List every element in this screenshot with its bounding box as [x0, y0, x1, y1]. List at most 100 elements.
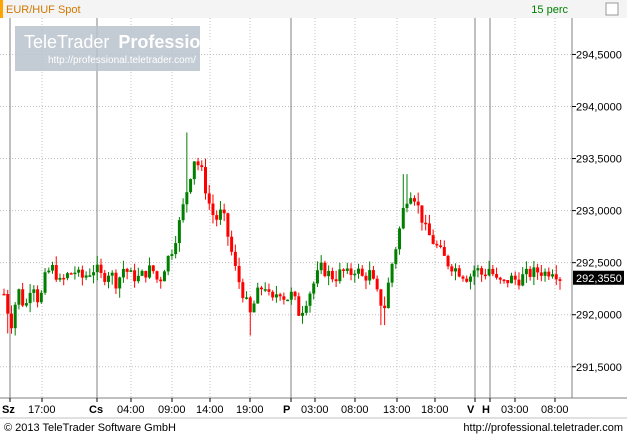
candle-body: [323, 262, 327, 277]
x-tick-label: 08:00: [341, 404, 369, 416]
candle-body: [140, 270, 144, 276]
candle-body: [506, 280, 510, 284]
x-tick-label: V: [467, 404, 475, 416]
candle-body: [539, 272, 543, 276]
candle-body: [6, 294, 10, 314]
candle-body: [211, 203, 215, 216]
candle-body: [398, 228, 402, 250]
candle-body: [412, 198, 416, 202]
candle-body: [457, 268, 461, 277]
candle-body: [99, 264, 103, 273]
instrument-label: EUR/HUF Spot: [6, 4, 81, 16]
candle-body: [308, 293, 312, 306]
candle-body: [517, 279, 521, 286]
candle-body: [95, 264, 99, 273]
footer-url[interactable]: http://professional.teletrader.com: [463, 422, 623, 434]
candle-body: [513, 275, 517, 280]
candle-body: [375, 278, 379, 290]
candle-body: [312, 283, 316, 294]
candle-body: [73, 272, 77, 275]
candle-body: [39, 292, 43, 303]
candle-body: [278, 294, 282, 297]
x-tick-label: 19:00: [236, 404, 264, 416]
candle-body: [416, 201, 420, 206]
candle-body: [330, 270, 334, 280]
candle-body: [532, 267, 536, 277]
candle-body: [65, 273, 69, 279]
candle-body: [185, 192, 189, 205]
candle-body: [230, 236, 234, 252]
interval-label: 15 perc: [531, 4, 568, 16]
candle-body: [424, 222, 428, 225]
candle-body: [450, 266, 454, 272]
x-tick-label: Cs: [89, 404, 103, 416]
candle-body: [189, 179, 193, 193]
x-tick-label: H: [482, 404, 490, 416]
candle-body: [51, 265, 55, 271]
candle-body: [58, 277, 62, 280]
candle-body: [207, 193, 211, 204]
candle-body: [491, 268, 495, 275]
candle-body: [558, 279, 562, 281]
header-color-marker: [0, 0, 3, 18]
candle-body: [267, 289, 271, 292]
candle-body: [2, 293, 6, 296]
candle-body: [259, 287, 263, 290]
candle-body: [62, 277, 66, 280]
chart[interactable]: EUR/HUF Spot 15 perc TeleTrader Professi…: [0, 0, 627, 436]
candle-body: [465, 278, 469, 282]
candle-body: [297, 296, 301, 316]
candle-body: [177, 220, 181, 244]
candle-body: [28, 292, 32, 304]
footer-copyright: © 2013 TeleTrader Software GmbH: [4, 422, 176, 434]
candle-body: [446, 255, 450, 267]
candle-body: [502, 279, 506, 282]
candle-body: [379, 289, 383, 306]
y-tick-label: 293,0000: [576, 206, 622, 218]
candle-body: [360, 268, 364, 276]
y-tick-label: 292,0000: [576, 310, 622, 322]
candle-body: [47, 270, 51, 273]
y-axis: 291,5000 292,0000 292,5000 293,0000 293,5000…: [571, 18, 624, 398]
candle-body: [181, 204, 185, 221]
candle-body: [80, 269, 84, 278]
header-scroll-marker[interactable]: [605, 2, 619, 16]
candle-body: [106, 275, 110, 282]
plot-area[interactable]: [0, 18, 572, 398]
y-tick-label: 293,5000: [576, 154, 622, 166]
candle-body: [136, 275, 140, 282]
candle-body: [480, 268, 484, 275]
watermark-url: http://professional.teletrader.com/: [48, 55, 196, 66]
candle-body: [386, 282, 390, 309]
candle-body: [349, 268, 353, 275]
candle-body: [103, 272, 107, 282]
candle-body: [554, 274, 558, 280]
x-tick-label: 17:00: [28, 404, 56, 416]
candle-body: [88, 275, 92, 277]
candle-body: [162, 271, 166, 282]
x-tick-label: 04:00: [117, 404, 145, 416]
y-tick-label: 294,0000: [576, 101, 622, 113]
candle-body: [301, 312, 305, 316]
candle-body: [263, 289, 267, 291]
candle-body: [319, 262, 323, 271]
candle-body: [528, 268, 532, 277]
candle-body: [286, 299, 290, 302]
candle-body: [487, 268, 491, 276]
candle-body: [345, 268, 349, 271]
watermark-title: TeleTrader Professional: [24, 32, 226, 52]
x-tick-label: P: [283, 404, 290, 416]
candle-body: [394, 249, 398, 264]
candle-body: [364, 275, 368, 281]
candle-body: [353, 273, 357, 276]
candle-body: [543, 271, 547, 276]
candle-body: [356, 268, 360, 274]
candle-body: [498, 277, 502, 280]
candle-body: [427, 223, 431, 236]
candle-body: [155, 271, 159, 280]
candle-body: [442, 246, 446, 256]
candle-body: [315, 270, 319, 284]
candle-body: [151, 265, 155, 272]
candle-body: [342, 269, 346, 271]
candle-body: [129, 270, 133, 272]
